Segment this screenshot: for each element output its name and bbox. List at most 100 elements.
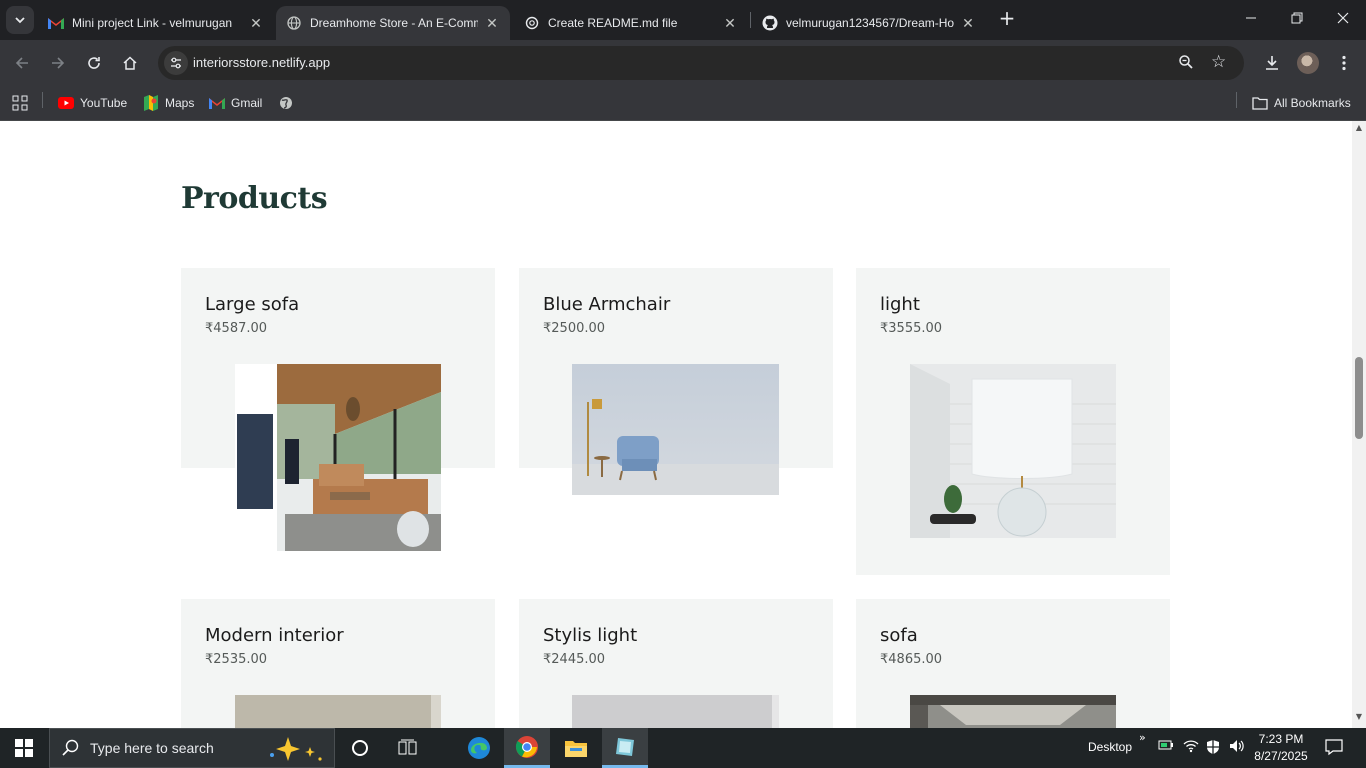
close-icon[interactable]: ✕ (960, 15, 976, 32)
all-bookmarks[interactable]: All Bookmarks (1252, 92, 1351, 114)
reload-button[interactable] (80, 49, 108, 77)
clock-time: 7:23 PM (1258, 732, 1304, 746)
youtube-icon (58, 95, 74, 111)
product-price: ₹2445.00 (543, 652, 606, 667)
page-viewport: Products Large sofa ₹4587.00 Blue Armcha… (0, 121, 1352, 728)
product-card[interactable]: Modern interior ₹2535.00 (181, 599, 495, 728)
product-image-large-sofa[interactable] (235, 364, 441, 551)
folder-icon (1252, 95, 1268, 111)
product-price: ₹2535.00 (205, 652, 268, 667)
forward-button[interactable] (44, 49, 72, 77)
product-name: sofa (880, 625, 918, 646)
product-name: light (880, 294, 920, 315)
apps-button[interactable] (12, 92, 28, 114)
gmail-icon (48, 15, 64, 31)
bookmark-gmail[interactable]: Gmail (209, 92, 262, 114)
wifi-icon[interactable] (1183, 739, 1199, 757)
close-icon (1337, 12, 1349, 24)
bookmark-maps[interactable]: Maps (143, 92, 194, 114)
app-window-icon (616, 737, 634, 756)
home-button[interactable] (116, 49, 144, 77)
more-vert-icon (1342, 55, 1346, 71)
battery-icon[interactable] (1158, 739, 1174, 755)
page-title: Products (181, 181, 328, 216)
apps-grid-icon (12, 95, 28, 111)
new-tab-button[interactable]: + (996, 8, 1018, 30)
back-button[interactable] (8, 49, 36, 77)
folder-icon (565, 741, 587, 757)
product-image-blue-armchair[interactable] (572, 364, 779, 495)
bookmark-separator (42, 92, 43, 108)
bookmark-globe[interactable] (278, 92, 300, 114)
tab-gmail[interactable]: Mini project Link - velmurugan ✕ (38, 6, 274, 40)
product-image-light[interactable] (910, 364, 1116, 538)
editor-app-button[interactable] (602, 728, 648, 768)
chrome-button[interactable] (504, 728, 550, 768)
cortana-icon (352, 740, 368, 756)
close-window-button[interactable] (1328, 6, 1358, 34)
close-icon[interactable]: ✕ (484, 15, 500, 32)
gmail-icon (209, 95, 225, 111)
bookmark-star-icon[interactable]: ☆ (1211, 52, 1226, 72)
menu-button[interactable] (1330, 49, 1358, 77)
tab-title: Create README.md file (548, 16, 678, 30)
chevron-down-icon (15, 17, 25, 24)
tab-chatgpt[interactable]: Create README.md file ✕ (514, 6, 748, 40)
task-view-button[interactable] (385, 728, 431, 768)
scroll-down-arrow-icon[interactable]: ▼ (1352, 712, 1366, 724)
file-explorer-button[interactable] (553, 728, 599, 768)
taskbar-search-box[interactable]: Type here to search (49, 728, 335, 768)
desktop-toolbar-label[interactable]: Desktop (1088, 740, 1132, 754)
forward-arrow-icon (52, 57, 65, 69)
zoom-icon[interactable] (1178, 54, 1194, 74)
bookmark-separator (1236, 92, 1237, 108)
profile-button[interactable] (1294, 49, 1322, 77)
downloads-button[interactable] (1258, 49, 1286, 77)
notifications-icon[interactable] (1325, 738, 1343, 760)
restore-icon (1291, 12, 1303, 24)
tab-title: Mini project Link - velmurugan (72, 16, 233, 30)
product-card[interactable]: Stylis light ₹2445.00 (519, 599, 833, 728)
minimize-button[interactable] (1236, 6, 1266, 34)
close-icon[interactable]: ✕ (248, 15, 264, 32)
system-clock[interactable]: 7:23 PM 8/27/2025 (1250, 731, 1312, 765)
bookmark-youtube[interactable]: YouTube (58, 92, 127, 114)
start-button[interactable] (0, 728, 48, 768)
site-settings-icon[interactable] (164, 51, 188, 75)
chrome-icon (515, 735, 538, 758)
tab-title: Dreamhome Store - An E-Comm (310, 16, 478, 30)
windows-logo-icon (15, 739, 33, 757)
back-arrow-icon (15, 57, 28, 69)
page-scrollbar[interactable]: ▲ ▼ (1352, 121, 1366, 728)
product-card[interactable]: sofa ₹4865.00 (856, 599, 1170, 728)
bookmarks-bar: YouTube Maps Gmail All Bookmarks (0, 86, 1366, 121)
tab-search-button[interactable] (6, 6, 34, 34)
product-price: ₹3555.00 (880, 321, 943, 336)
product-image-modern-interior[interactable] (235, 695, 441, 728)
cortana-button[interactable] (337, 728, 383, 768)
product-image-sofa[interactable] (910, 695, 1116, 728)
product-image-stylis-light[interactable] (572, 695, 779, 728)
scrollbar-thumb[interactable] (1355, 357, 1363, 439)
tab-dreamhome[interactable]: Dreamhome Store - An E-Comm ✕ (276, 6, 510, 40)
edge-button[interactable] (456, 728, 502, 768)
home-icon (123, 56, 137, 70)
chatgpt-icon (524, 15, 540, 31)
search-placeholder: Type here to search (90, 740, 214, 756)
product-price: ₹4865.00 (880, 652, 943, 667)
globe-icon (286, 15, 302, 31)
address-bar[interactable]: interiorsstore.netlify.app ☆ (158, 46, 1244, 80)
restore-button[interactable] (1282, 6, 1312, 34)
product-card[interactable]: light ₹3555.00 (856, 268, 1170, 575)
all-bookmarks-label: All Bookmarks (1274, 96, 1351, 110)
close-icon[interactable]: ✕ (722, 15, 738, 32)
product-price: ₹4587.00 (205, 321, 268, 336)
tab-github[interactable]: velmurugan1234567/Dream-Ho ✕ (752, 6, 986, 40)
url-text[interactable]: interiorsstore.netlify.app (193, 55, 330, 70)
reload-icon (88, 57, 100, 69)
security-shield-icon[interactable] (1206, 739, 1220, 759)
volume-icon[interactable] (1229, 739, 1245, 757)
tab-strip: Mini project Link - velmurugan ✕ Dreamho… (0, 0, 1366, 40)
scroll-up-arrow-icon[interactable]: ▲ (1352, 123, 1366, 135)
chevron-right-icon[interactable]: » (1139, 731, 1146, 744)
